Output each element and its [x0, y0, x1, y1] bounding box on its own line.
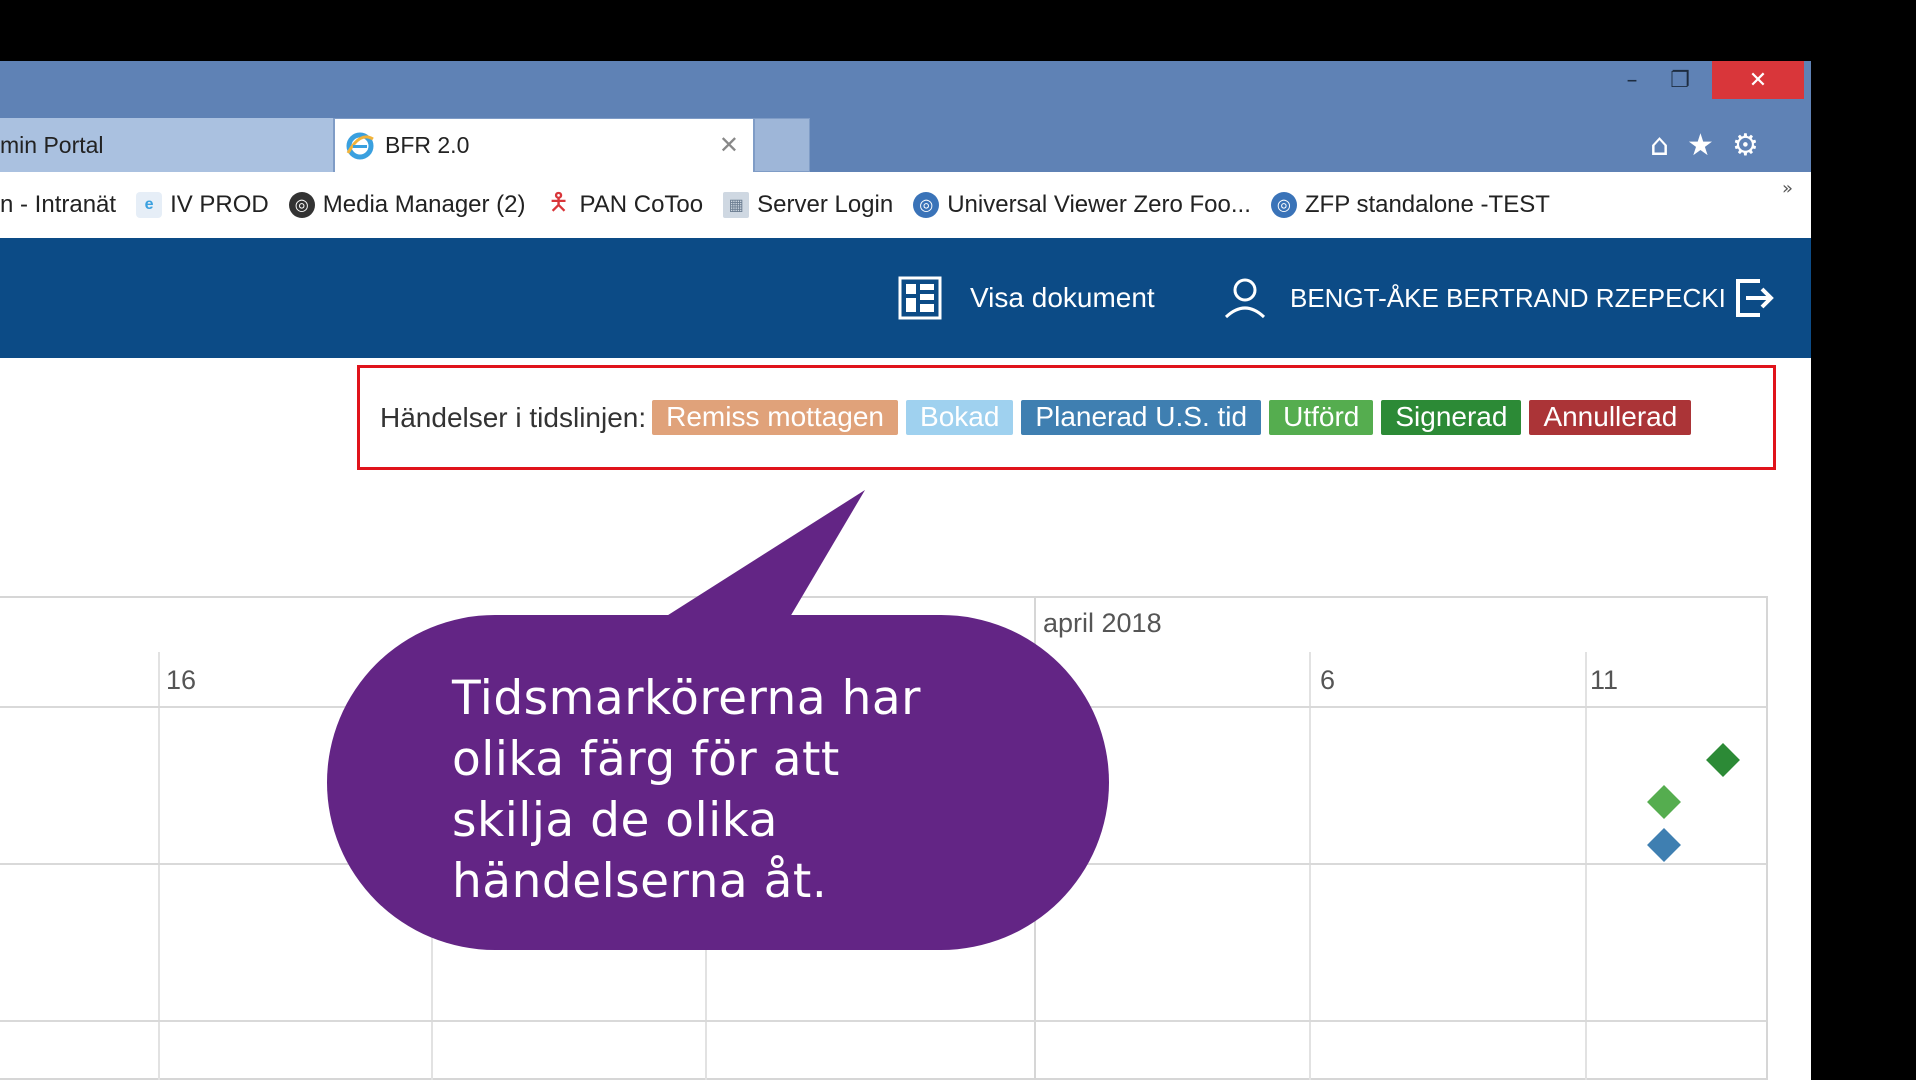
favorite-label: Server Login [757, 191, 894, 218]
browser-toolbar-icons: ⌂ ★ ⚙ [1650, 118, 1759, 172]
favorite-label: IV PROD [170, 191, 269, 218]
ie-icon [345, 131, 375, 161]
grid-line [1585, 652, 1587, 1080]
favorite-media-manager[interactable]: ◎ Media Manager (2) [288, 191, 526, 219]
favorite-intranat[interactable]: n - Intranät [0, 191, 116, 219]
user-menu[interactable]: BENGT-ÅKE BERTRAND RZEPECKI [1222, 238, 1726, 358]
tag-planerad: Planerad U.S. tid [1021, 400, 1262, 435]
day-tick-6: 6 [1320, 665, 1336, 695]
close-window-button[interactable]: ✕ [1712, 61, 1804, 99]
callout-line: händelserna åt. [452, 854, 828, 909]
settings-gear-icon[interactable]: ⚙ [1732, 128, 1759, 163]
day-tick-16: 16 [166, 665, 197, 695]
ge-icon: ◎ [1270, 192, 1297, 218]
favorite-label: Media Manager (2) [322, 191, 526, 218]
favorite-iv-prod[interactable]: e IV PROD [136, 191, 269, 219]
ge-icon: ◎ [913, 192, 940, 218]
home-icon[interactable]: ⌂ [1650, 128, 1669, 163]
timeline-legend: Händelser i tidslinjen: Remiss mottagen … [357, 365, 1776, 470]
row-divider [0, 1020, 1766, 1022]
grid-line [158, 652, 160, 1080]
user-name: BENGT-ÅKE BERTRAND RZEPECKI [1290, 282, 1726, 313]
callout-line: skilja de olika [452, 793, 778, 848]
view-documents-button[interactable]: Visa dokument [898, 238, 1155, 358]
server-icon: ▦ [723, 192, 750, 218]
tab-label: min Portal [0, 131, 104, 158]
favorite-zfp-standalone[interactable]: ◎ ZFP standalone -TEST [1270, 191, 1550, 219]
tag-bokad: Bokad [906, 400, 1014, 435]
favorites-overflow-icon[interactable]: » [1782, 178, 1793, 199]
callout-line: olika färg för att [452, 732, 840, 787]
favorites-bar: n - Intranät e IV PROD ◎ Media Manager (… [0, 172, 1811, 239]
ie-icon: e [136, 192, 163, 218]
close-tab-icon[interactable]: ✕ [719, 131, 739, 160]
favorite-pan-cotoo[interactable]: 🯅 PAN CoToo [546, 188, 704, 219]
browser-titlebar [0, 61, 1811, 119]
day-tick-11: 11 [1590, 665, 1619, 695]
tag-annullerad: Annullerad [1529, 400, 1692, 435]
new-tab-button[interactable] [754, 118, 810, 172]
tab-bfr[interactable]: BFR 2.0 ✕ [334, 118, 754, 172]
tag-signerad: Signerad [1381, 400, 1522, 435]
favorite-label: ZFP standalone -TEST [1304, 191, 1550, 218]
documents-grid-icon [898, 276, 942, 320]
tab-admin-portal[interactable]: min Portal [0, 118, 334, 172]
tag-utford: Utförd [1269, 400, 1374, 435]
callout-text: Tidsmarkörerna har olika färg för att sk… [452, 668, 1012, 912]
legend-label: Händelser i tidslinjen: [380, 401, 647, 433]
favorite-server-login[interactable]: ▦ Server Login [723, 191, 893, 219]
minimize-button[interactable]: – [1612, 61, 1652, 99]
tag-remiss-mottagen: Remiss mottagen [652, 400, 899, 435]
favorite-label: Universal Viewer Zero Foo... [947, 191, 1251, 218]
logout-icon [1734, 277, 1776, 319]
logout-button[interactable] [1734, 238, 1776, 358]
callout-line: Tidsmarkörerna har [452, 671, 921, 726]
person-icon: 🯅 [547, 188, 570, 216]
favorite-label: PAN CoToo [579, 191, 704, 218]
favorite-universal-viewer[interactable]: ◎ Universal Viewer Zero Foo... [913, 191, 1251, 219]
view-documents-label: Visa dokument [970, 282, 1155, 313]
favorites-star-icon[interactable]: ★ [1687, 128, 1714, 163]
restore-button[interactable]: ❐ [1658, 61, 1702, 99]
grid-line [1309, 652, 1311, 1080]
ge-icon: ◎ [288, 192, 315, 218]
tab-label: BFR 2.0 [385, 132, 470, 158]
user-icon [1222, 275, 1268, 321]
favorite-label: n - Intranät [0, 191, 117, 218]
